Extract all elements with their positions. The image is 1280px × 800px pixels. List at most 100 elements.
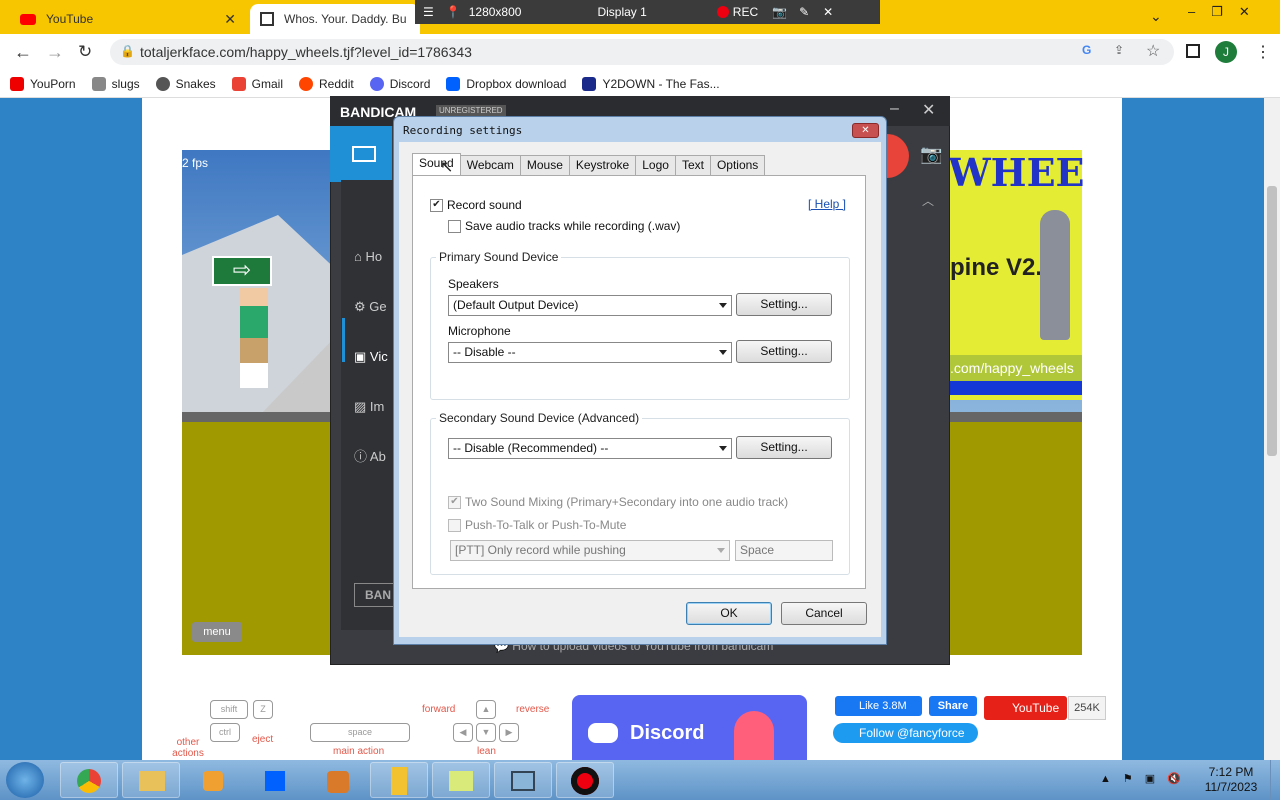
bookmark-label: Y2DOWN - The Fas... <box>602 76 720 91</box>
back-icon[interactable]: ← <box>14 42 32 63</box>
taskbar-media[interactable] <box>184 762 242 798</box>
window-controls[interactable]: –❐✕ <box>1188 4 1266 20</box>
youtube-subscribe-button[interactable]: YouTube <box>984 696 1067 720</box>
share-icon[interactable]: ⇪ <box>1114 43 1124 57</box>
star-icon[interactable]: ☆ <box>1146 41 1160 61</box>
twitter-follow-button[interactable]: Follow @fancyforce <box>833 723 978 743</box>
address-bar[interactable]: totaljerkface.com/happy_wheels.tjf?level… <box>110 39 1174 65</box>
sidebar-item-home[interactable]: ⌂ Ho <box>354 232 388 282</box>
tab-keystroke[interactable]: Keystroke <box>568 155 637 176</box>
facebook-share-button[interactable]: Share <box>929 696 977 716</box>
recorder-resolution: 1280x800 <box>468 5 522 19</box>
fps-counter: 2 fps <box>182 156 209 170</box>
camera-icon[interactable]: 📷 <box>920 144 942 165</box>
tab-youtube[interactable]: YouTube ✕ <box>10 4 246 34</box>
taskbar-control-panel[interactable] <box>494 762 552 798</box>
close-icon[interactable]: ✕ <box>922 100 935 120</box>
bookmark-reddit[interactable]: Reddit <box>299 76 354 91</box>
bookmark-discord[interactable]: Discord <box>369 76 430 91</box>
ptt-checkbox[interactable] <box>448 518 461 532</box>
reload-icon[interactable]: ↻ <box>78 42 92 62</box>
camera-icon[interactable]: 📷 <box>772 5 787 19</box>
bookmark-snakes[interactable]: Snakes <box>155 76 216 91</box>
two-sound-checkbox[interactable]: ✔ <box>448 495 461 509</box>
speakers-setting-button[interactable]: Setting... <box>736 293 832 316</box>
speakers-value: (Default Output Device) <box>453 298 579 312</box>
microphone-select[interactable]: -- Disable -- <box>448 342 732 363</box>
facebook-like-button[interactable]: Like 3.8M <box>835 696 922 716</box>
close-icon[interactable]: ✕ <box>823 5 833 19</box>
sidebar-item-general[interactable]: ⚙ Ge <box>354 282 388 332</box>
tab-logo[interactable]: Logo <box>635 155 676 176</box>
ptt-label: Push-To-Talk or Push-To-Mute <box>465 518 627 532</box>
record-sound-checkbox[interactable]: ✔ <box>430 198 443 212</box>
bookmark-slugs[interactable]: slugs <box>91 76 140 91</box>
banner-stripe <box>944 381 1082 395</box>
page-scrollbar[interactable] <box>1264 98 1280 760</box>
microphone-setting-button[interactable]: Setting... <box>736 340 832 363</box>
recorder-toolbar: ☰ 📍 1280x800 Display 1 REC 📷 ✎ ✕ <box>415 0 880 24</box>
scrollbar-thumb[interactable] <box>1267 186 1277 456</box>
ptt-mode-value: [PTT] Only record while pushing <box>455 543 626 557</box>
kebab-menu-icon[interactable]: ⋮ <box>1255 42 1271 62</box>
show-desktop-button[interactable] <box>1270 760 1280 800</box>
game-character <box>240 288 268 388</box>
speakers-select[interactable]: (Default Output Device) <box>448 295 732 316</box>
bookmark-y2down[interactable]: Y2DOWN - The Fas... <box>582 76 720 91</box>
ok-button[interactable]: OK <box>686 602 772 625</box>
page-icon <box>260 12 274 26</box>
save-tracks-checkbox[interactable] <box>448 219 461 233</box>
unregistered-badge: UNREGISTERED <box>436 105 506 116</box>
sidebar-item-about[interactable]: ⓘ Ab <box>354 432 388 482</box>
bookmark-youporn[interactable]: YouPorn <box>10 76 76 91</box>
eject-label: eject <box>252 734 274 745</box>
tab-options[interactable]: Options <box>709 155 766 176</box>
dialog-close-button[interactable]: ✕ <box>852 123 879 138</box>
tab-mouse[interactable]: Mouse <box>519 155 570 176</box>
lock-icon[interactable]: 🔒 <box>120 44 135 58</box>
ptt-mode-select[interactable]: [PTT] Only record while pushing <box>450 540 730 561</box>
tab-webcam[interactable]: Webcam <box>459 155 521 176</box>
chevron-up-icon[interactable]: ︿ <box>922 192 934 209</box>
taskbar-app[interactable] <box>308 762 366 798</box>
tab-text[interactable]: Text <box>674 155 711 176</box>
google-icon[interactable]: G <box>1082 43 1091 57</box>
secondary-select[interactable]: -- Disable (Recommended) -- <box>448 438 732 459</box>
pin-icon[interactable]: 📍 <box>446 5 461 19</box>
taskbar-explorer[interactable] <box>122 762 180 798</box>
two-sound-row: ✔ Two Sound Mixing (Primary+Secondary in… <box>448 495 788 509</box>
discord-banner[interactable]: Discord <box>572 695 807 760</box>
image-icon: ▨ <box>354 399 367 414</box>
taskbar-bandicam[interactable] <box>556 762 614 798</box>
help-link[interactable]: [ Help ] <box>808 197 846 211</box>
pencil-icon[interactable]: ✎ <box>799 5 809 19</box>
rec-label[interactable]: REC <box>733 5 758 19</box>
taskbar-notes[interactable] <box>370 762 428 798</box>
game-menu-button[interactable]: menu <box>192 622 242 642</box>
bookmark-label: Reddit <box>319 76 354 91</box>
bookmark-dropbox[interactable]: Dropbox download <box>446 76 566 91</box>
taskbar-sticky[interactable] <box>432 762 490 798</box>
system-tray-icons[interactable]: ▲⚑▣🔇 <box>1100 772 1193 785</box>
bandicam-bottom-button[interactable]: BAN <box>354 583 398 607</box>
taskbar-chrome[interactable] <box>60 762 118 798</box>
sidebar-item-video[interactable]: ▣ Vic <box>354 332 388 382</box>
ptt-key-field[interactable]: Space <box>735 540 833 561</box>
sidebar-item-image[interactable]: ▨ Im <box>354 382 388 432</box>
close-icon[interactable]: ✕ <box>224 11 236 28</box>
chevron-down-icon[interactable]: ⌄ <box>1150 8 1162 25</box>
taskbar-dropbox[interactable] <box>246 762 304 798</box>
taskbar-clock[interactable]: 7:12 PM 11/7/2023 <box>1196 765 1266 795</box>
forward-icon[interactable]: → <box>46 42 64 63</box>
screen-mode-button[interactable] <box>330 126 392 182</box>
url-text: totaljerkface.com/happy_wheels.tjf?level… <box>140 44 472 60</box>
tab-happy-wheels[interactable]: Whos. Your. Daddy. Bu <box>250 4 420 34</box>
sidepanel-icon[interactable] <box>1186 44 1200 58</box>
minimize-icon[interactable]: – <box>890 100 899 118</box>
secondary-setting-button[interactable]: Setting... <box>736 436 832 459</box>
bookmark-gmail[interactable]: Gmail <box>231 76 283 91</box>
menu-icon[interactable]: ☰ <box>423 5 434 19</box>
avatar[interactable]: J <box>1215 41 1237 63</box>
cancel-button[interactable]: Cancel <box>781 602 867 625</box>
start-button[interactable] <box>6 762 44 798</box>
